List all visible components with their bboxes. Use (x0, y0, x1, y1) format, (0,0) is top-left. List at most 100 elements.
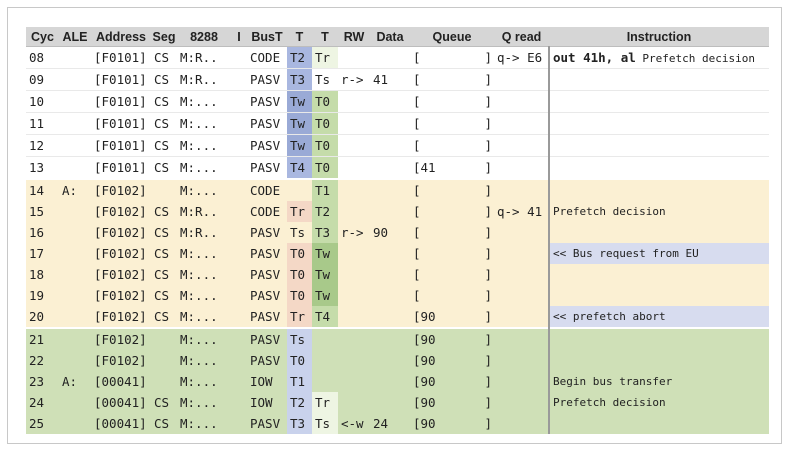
read-write-cell (338, 134, 370, 157)
read-write-cell (338, 264, 370, 285)
table-row[interactable]: 21 [F0102] M:... PASV Ts [90] (26, 328, 769, 350)
segment-cell: CS (151, 46, 177, 69)
status-8288-cell: M:R.. (177, 201, 231, 222)
table-row[interactable]: 13 [F0101] CS M:... PASV T4 T0 [41] (26, 156, 769, 180)
col-header-ale[interactable]: ALE (59, 27, 91, 47)
eu-t-state-cell: Tw (312, 285, 338, 306)
read-write-cell (338, 392, 370, 413)
queue-cell: [90] (410, 306, 494, 328)
instruction-cell: Begin bus transfer (548, 371, 769, 392)
status-8288-cell: M:... (177, 264, 231, 285)
ale-cell (59, 201, 91, 222)
col-header-queue[interactable]: Queue (410, 27, 494, 47)
data-cell (370, 243, 410, 264)
biu-t-state-cell: T0 (287, 264, 312, 285)
address-cell: [F0102] (91, 306, 151, 328)
status-8288-cell: M:R.. (177, 68, 231, 91)
ale-cell (59, 328, 91, 350)
col-header-seg[interactable]: Seg (151, 27, 177, 47)
table-row[interactable]: 14 A: [F0102] M:... CODE T1 [] (26, 179, 769, 201)
data-cell: 41 (370, 68, 410, 91)
table-row[interactable]: 25 [00041] CS M:... PASV T3 Ts <-w 24 [90] (26, 413, 769, 434)
cycle-cell: 18 (26, 264, 59, 285)
instruction-cell (548, 222, 769, 243)
segment-cell: CS (151, 156, 177, 180)
data-cell (370, 156, 410, 180)
queue-read-cell (494, 285, 549, 306)
col-header-instruction[interactable]: Instruction (549, 27, 769, 47)
bus-type-cell: PASV (247, 413, 287, 434)
biu-t-state-cell: Tw (287, 134, 312, 157)
instruction-cell (548, 285, 769, 306)
table-row[interactable]: 15 [F0102] CS M:R.. CODE Tr T2 [] q-> 41 Prefetch… (26, 201, 769, 222)
data-cell (370, 179, 410, 201)
table-row[interactable]: 18 [F0102] CS M:... PASV T0 Tw [] (26, 264, 769, 285)
segment-cell (151, 328, 177, 350)
bus-type-cell: IOW (247, 371, 287, 392)
i-cell (231, 112, 247, 135)
queue-read-cell (494, 179, 549, 201)
data-cell (370, 371, 410, 392)
biu-t-state-cell: T2 (287, 392, 312, 413)
ale-cell (59, 285, 91, 306)
instruction-cell (548, 134, 769, 157)
eu-t-state-cell: T0 (312, 134, 338, 157)
col-header-rw[interactable]: RW (338, 27, 370, 47)
table-row[interactable]: 19 [F0102] CS M:... PASV T0 Tw [] (26, 285, 769, 306)
queue-cell: [] (410, 285, 494, 306)
status-8288-cell: M:... (177, 179, 231, 201)
col-header-bust[interactable]: BusT (247, 27, 287, 47)
biu-t-state-cell: Ts (287, 222, 312, 243)
data-cell (370, 134, 410, 157)
col-header-cyc[interactable]: Cyc (26, 27, 59, 47)
segment-cell: CS (151, 222, 177, 243)
status-8288-cell: M:... (177, 90, 231, 113)
col-header-i[interactable]: I (231, 27, 247, 47)
read-write-cell (338, 90, 370, 113)
col-header-data[interactable]: Data (370, 27, 410, 47)
col-header-address[interactable]: Address (91, 27, 151, 47)
col-header-t-eu[interactable]: T (312, 27, 338, 47)
queue-contents: [ (413, 225, 421, 240)
queue-cell: [] (410, 201, 494, 222)
col-header-t-biu[interactable]: T (287, 27, 312, 47)
i-cell (231, 350, 247, 371)
table-row[interactable]: 24 [00041] CS M:... IOW T2 Tr [90] Prefetch deci… (26, 392, 769, 413)
queue-cell: [] (410, 90, 494, 113)
queue-cell: [90] (410, 392, 494, 413)
instruction-note: Prefetch decision (553, 205, 666, 218)
biu-t-state-cell: Tr (287, 201, 312, 222)
table-row[interactable]: 17 [F0102] CS M:... PASV T0 Tw [] << Bus request… (26, 243, 769, 264)
table-row[interactable]: 08 [F0101] CS M:R.. CODE T2 Tr[] q-> E6 out 41h,… (26, 46, 769, 69)
table-row[interactable]: 20 [F0102] CS M:... PASV Tr T4 [90] << prefetch … (26, 306, 769, 328)
queue-cell: [90] (410, 371, 494, 392)
bus-type-cell: PASV (247, 243, 287, 264)
table-row[interactable]: 11 [F0101] CS M:... PASV Tw T0 [] (26, 112, 769, 135)
bus-type-cell: PASV (247, 222, 287, 243)
ale-cell (59, 68, 91, 91)
col-header-qread[interactable]: Q read (494, 27, 549, 47)
instruction-cell (548, 112, 769, 135)
cycle-cell: 08 (26, 46, 59, 69)
table-row[interactable]: 16 [F0102] CS M:R.. PASV Ts T3 r-> 90[] (26, 222, 769, 243)
i-cell (231, 201, 247, 222)
queue-read-cell: q-> E6 (494, 46, 549, 69)
segment-cell: CS (151, 112, 177, 135)
table-row[interactable]: 09 [F0101] CS M:R.. PASV T3 Ts r-> 41[] (26, 68, 769, 91)
table-row[interactable]: 10 [F0101] CS M:... PASV Tw T0 [] (26, 90, 769, 113)
i-cell (231, 46, 247, 69)
table-row[interactable]: 22 [F0102] M:... PASV T0 [90] (26, 350, 769, 371)
queue-contents: [ (413, 50, 421, 65)
address-cell: [F0101] (91, 90, 151, 113)
col-header-8288[interactable]: 8288 (177, 27, 231, 47)
address-cell: [F0101] (91, 156, 151, 180)
table-row[interactable]: 23 A: [00041] M:... IOW T1 [90] Begin bus trans… (26, 371, 769, 392)
instruction-cell (548, 413, 769, 434)
biu-t-state-cell: Tw (287, 112, 312, 135)
data-cell (370, 46, 410, 69)
table-row[interactable]: 12 [F0101] CS M:... PASV Tw T0 [] (26, 134, 769, 157)
queue-cell: [] (410, 134, 494, 157)
biu-t-state-cell: T4 (287, 156, 312, 180)
ale-cell: A: (59, 179, 91, 201)
instruction-cell: << prefetch abort (548, 306, 769, 328)
